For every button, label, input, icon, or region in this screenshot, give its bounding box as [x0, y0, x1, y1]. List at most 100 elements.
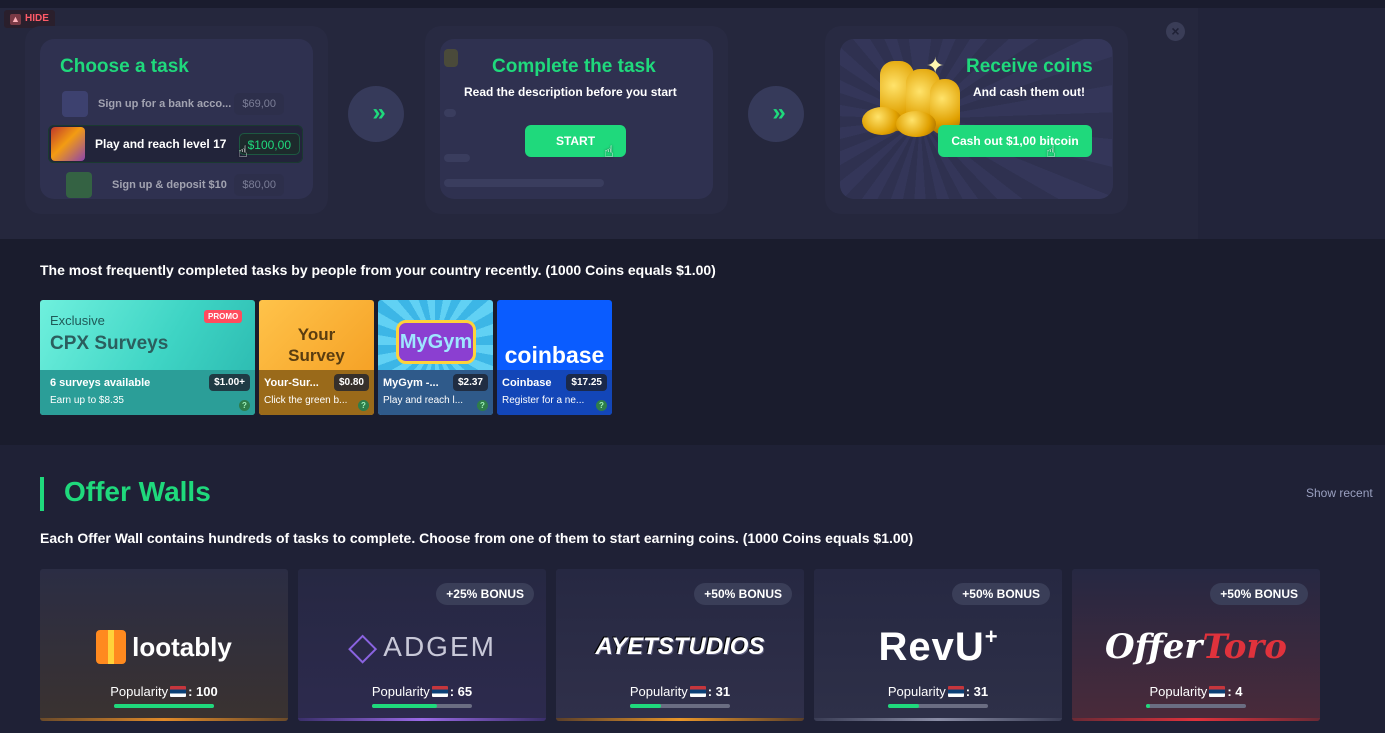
popularity-label: Popularity: 31 [629, 684, 731, 699]
lootably-logo: lootably [40, 617, 288, 677]
show-recent-link[interactable]: Show recent [1306, 486, 1373, 500]
country-flag-icon [170, 686, 187, 697]
offer-name: 6 surveys available [50, 377, 151, 389]
popularity-bar [1146, 704, 1246, 708]
country-flag-icon [689, 686, 706, 697]
wall-name: AYETSTUDIOS [595, 633, 765, 660]
popularity-bar [630, 704, 730, 708]
help-icon[interactable]: ? [239, 400, 250, 411]
cash-out-button[interactable]: Cash out $1,00 bitcoin [938, 125, 1092, 157]
step-2-card: Complete the task Read the description b… [440, 39, 713, 199]
help-icon[interactable]: ? [477, 400, 488, 411]
ayetstudios-logo: AYETSTUDIOS [556, 617, 804, 677]
bonus-badge: +25% BONUS [436, 583, 534, 605]
offer-description: Earn up to $8.35 [50, 395, 124, 406]
country-flag-icon [1209, 686, 1226, 697]
popularity-label: Popularity: 100 [110, 684, 218, 699]
help-icon[interactable]: ? [596, 400, 607, 411]
offer-price: $2.37 [452, 374, 488, 391]
offer-name: Your-Sur... [264, 377, 319, 389]
brand-name: MyGym [396, 320, 476, 364]
offer-name: Coinbase [502, 377, 552, 389]
gem-icon: ◇ [348, 626, 378, 668]
brand-name: Your Survey [288, 325, 345, 365]
task-label: Play and reach level 17 [95, 137, 227, 151]
close-icon[interactable]: × [1166, 22, 1185, 41]
arrow-up-icon: ▲ [10, 13, 21, 25]
popularity-fill [630, 704, 661, 708]
offer-card-coinbase[interactable]: coinbase Coinbase $17.25 Register for a … [497, 300, 612, 415]
task-amount: $80,00 [234, 174, 284, 196]
blurred-line [444, 179, 604, 187]
step-1-card: Choose a task Sign up for a bank acco...… [40, 39, 313, 199]
task-row-bank: Sign up for a bank acco... $69,00 [62, 89, 290, 119]
offer-card-cpx[interactable]: Exclusive CPX Surveys PROMO 6 surveys av… [40, 300, 255, 415]
popularity-fill [1146, 704, 1150, 708]
offer-card-mygym[interactable]: MyGym MyGym -... $2.37 Play and reach l.… [378, 300, 493, 415]
offer-description: Click the green b... [264, 395, 348, 406]
wall-name: OfferToro [1105, 627, 1287, 667]
wall-underline [556, 718, 804, 721]
step-3-card: ✦ Receive coins And cash them out! [840, 39, 1113, 199]
gift-icon [96, 630, 127, 664]
offer-price: $1.00+ [209, 374, 250, 391]
offer-name: MyGym -... [383, 377, 439, 389]
next-step-arrow-icon: » [748, 86, 804, 142]
blurred-icon [444, 49, 458, 67]
step-3-title: Receive coins [966, 56, 1093, 77]
task-amount: $69,00 [234, 93, 284, 115]
popularity-bar [372, 704, 472, 708]
blurred-line [444, 109, 456, 117]
popularity-label: Popularity: 65 [371, 684, 473, 699]
hand-cursor-icon: ☝ [1046, 144, 1056, 161]
popularity-bar [888, 704, 988, 708]
plus-icon: + [984, 624, 998, 649]
help-icon[interactable]: ? [358, 400, 369, 411]
task-row-deposit: Sign up & deposit $10 $80,00 [62, 170, 290, 199]
step-2-subtitle: Read the description before you start [464, 85, 677, 99]
bank-app-icon [62, 91, 88, 117]
offer-wall-adgem[interactable]: +25% BONUS ◇ ADGEM Popularity: 65 [298, 569, 546, 721]
hand-cursor-icon: ☝ [604, 144, 614, 161]
bonus-badge: +50% BONUS [952, 583, 1050, 605]
offer-card-your-survey[interactable]: Your Survey Your-Sur... $0.80 Click the … [259, 300, 374, 415]
offer-description: Register for a ne... [502, 395, 585, 406]
wall-name: lootably [132, 631, 232, 662]
offer-wall-revu[interactable]: +50% BONUS RevU + Popularity: 31 [814, 569, 1062, 721]
task-row-game: Play and reach level 17 $100,00 [48, 125, 303, 163]
wall-name: RevU [878, 624, 985, 669]
adgem-logo: ◇ ADGEM [298, 617, 546, 677]
offer-wall-ayetstudios[interactable]: +50% BONUS AYETSTUDIOS Popularity: 31 [556, 569, 804, 721]
step-2-title: Complete the task [492, 56, 656, 77]
popularity-bar [114, 704, 214, 708]
step-3-subtitle: And cash them out! [973, 85, 1086, 99]
deposit-app-icon [66, 172, 92, 198]
popularity-fill [114, 704, 214, 708]
wall-name: ADGEM [383, 631, 496, 662]
offer-wall-lootably[interactable]: lootably Popularity: 100 [40, 569, 288, 721]
country-flag-icon [431, 686, 448, 697]
exclusive-tag: Exclusive [50, 313, 105, 328]
wall-underline [298, 718, 546, 721]
popularity-fill [888, 704, 919, 708]
task-label: Sign up & deposit $10 [112, 179, 227, 191]
wall-underline [814, 718, 1062, 721]
popularity-fill [372, 704, 437, 708]
promo-badge: PROMO [204, 310, 243, 323]
blurred-line [444, 154, 470, 162]
offer-price: $0.80 [333, 374, 369, 391]
revu-logo: RevU + [814, 617, 1062, 677]
task-label: Sign up for a bank acco... [98, 98, 232, 110]
step-1-title: Choose a task [60, 56, 189, 77]
next-step-arrow-icon: » [348, 86, 404, 142]
hand-cursor-icon: ☝ [238, 144, 248, 161]
offer-price: $17.25 [566, 374, 607, 391]
popularity-label: Popularity: 31 [887, 684, 989, 699]
featured-heading: The most frequently completed tasks by p… [40, 262, 716, 278]
offer-wall-offertoro[interactable]: +50% BONUS OfferToro Popularity: 4 [1072, 569, 1320, 721]
banner-side-panel [1198, 8, 1385, 239]
bonus-badge: +50% BONUS [694, 583, 792, 605]
popularity-label: Popularity: 4 [1149, 684, 1243, 699]
section-accent-bar [40, 477, 44, 511]
game-app-icon [51, 127, 85, 161]
